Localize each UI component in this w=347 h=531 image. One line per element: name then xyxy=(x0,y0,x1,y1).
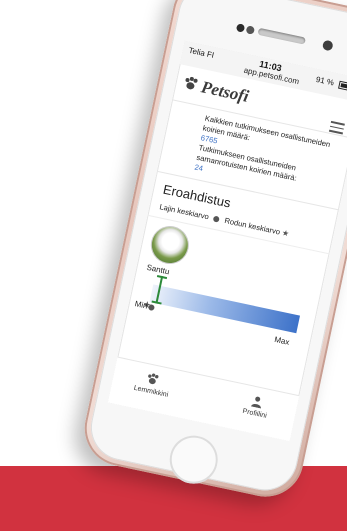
nav-profile-label: Profiilini xyxy=(241,407,268,420)
promo-stage: Telia FI 11:03 app.petsofi.com 91 % Pets… xyxy=(0,0,347,531)
app-logo[interactable]: Petsofi xyxy=(199,77,250,107)
user-icon xyxy=(251,396,261,409)
paw-logo-icon xyxy=(185,76,198,90)
battery-indicator: 91 % xyxy=(315,75,347,92)
front-camera-icon xyxy=(321,39,334,52)
hamburger-menu-icon[interactable] xyxy=(328,120,345,137)
nav-pets[interactable]: Lemmikkini xyxy=(121,367,184,401)
paw-icon xyxy=(148,373,159,385)
scale-max-label: Max xyxy=(273,334,291,347)
species-average-dot xyxy=(147,303,155,312)
species-dot-icon xyxy=(213,215,221,223)
speaker-grille xyxy=(257,27,306,45)
camera-icon xyxy=(235,23,246,33)
score-gradient-bar xyxy=(149,284,301,334)
nav-pets-label: Lemmikkini xyxy=(133,384,169,399)
bottom-nav: Lemmikkini Profiilini xyxy=(107,356,300,442)
breed-star-icon: ★ xyxy=(281,228,291,239)
carrier-label: Telia FI xyxy=(187,45,215,60)
phone-device: Telia FI 11:03 app.petsofi.com 91 % Pets… xyxy=(77,0,347,504)
phone-screen: Telia FI 11:03 app.petsofi.com 91 % Pets… xyxy=(107,40,347,442)
phone-face: Telia FI 11:03 app.petsofi.com 91 % Pets… xyxy=(84,0,347,497)
battery-percent: 91 % xyxy=(315,74,335,88)
scale-min-label: Min xyxy=(133,299,149,311)
battery-icon xyxy=(338,80,347,92)
nav-profile[interactable]: Profiilini xyxy=(225,389,288,423)
pet-avatar[interactable] xyxy=(148,223,192,267)
